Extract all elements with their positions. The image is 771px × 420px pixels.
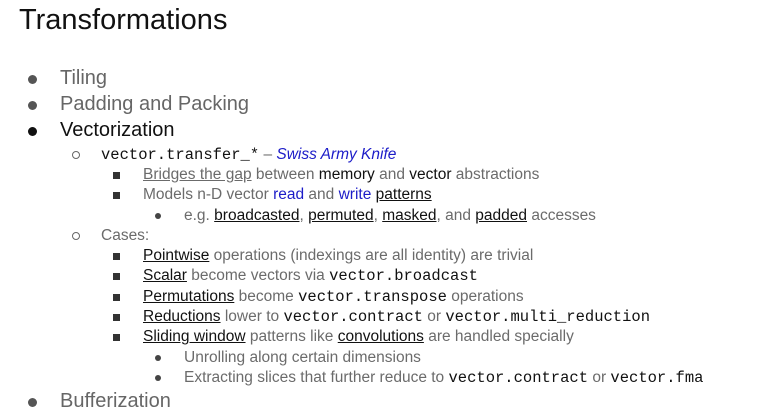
masked-link[interactable]: masked [382,207,436,224]
convolutions-link[interactable]: convolutions [338,328,424,345]
item-vectorization: Vectorization [60,119,175,141]
bullet-icon [28,75,37,84]
pointwise-line: Pointwise operations (indexings are all … [143,247,533,265]
page-title: Transformations [19,4,228,36]
transpose-code: vector.transpose [298,288,447,306]
text: patterns like [245,328,338,345]
broadcast-code: vector.broadcast [329,267,478,285]
bullet-square-icon [113,334,120,341]
transfer-dash: – [259,146,277,163]
text: and [374,166,410,183]
bullet-square-icon [113,253,120,260]
item-tiling: Tiling [60,67,108,89]
transfer-line: vector.transfer_* – Swiss Army Knife [101,146,396,164]
text: are handled specially [423,328,574,345]
write-term: write [338,186,372,203]
bullet-square-icon [113,172,120,179]
read-term: read [273,186,305,203]
cases-label: Cases: [101,227,150,244]
text: Models n-D vector [143,186,274,203]
bullet-square-icon [113,273,120,280]
text: or [588,369,611,386]
fma-code: vector.fma [610,369,704,387]
memory-term: memory [318,166,375,183]
text: operations (indexings are all identity) … [209,247,534,264]
contract-code: vector.contract [448,369,589,387]
sliding-window-line: Sliding window patterns like convolution… [143,328,574,346]
bullet-icon [28,101,37,110]
bullet-icon [28,127,37,136]
bullet-small-icon [155,375,161,381]
patterns-link[interactable]: patterns [376,186,432,203]
bullet-ring-icon [72,232,80,240]
transfer-code: vector.transfer_* [101,146,260,164]
text: e.g. [184,207,215,224]
eg-line: e.g. broadcasted, permuted, masked, and … [184,207,596,225]
bullet-square-icon [113,294,120,301]
item-bufferization: Bufferization [60,390,171,412]
text: lower to [220,308,284,325]
vector-term: vector [409,166,452,183]
permutations-line: Permutations become vector.transpose ope… [143,288,524,306]
text: , [299,207,309,224]
reductions-line: Reductions lower to vector.contract or v… [143,308,650,326]
multi-reduction-code: vector.multi_reduction [445,308,651,326]
transfer-desc: Swiss Army Knife [276,146,397,163]
bullet-square-icon [113,192,120,199]
unrolling-line: Unrolling along certain dimensions [184,349,421,366]
broadcasted-link[interactable]: broadcasted [214,207,299,224]
pointwise-link[interactable]: Pointwise [143,247,209,264]
sliding-window-link[interactable]: Sliding window [143,328,246,345]
models-line: Models n-D vector read and write pattern… [143,186,432,204]
extracting-line: Extracting slices that further reduce to… [184,369,703,387]
text: become [234,288,299,305]
text: or [422,308,446,325]
contract-code: vector.contract [283,308,423,326]
text: operations [446,288,524,305]
bullet-icon [28,398,37,407]
text: , and [436,207,476,224]
bullet-ring-icon [72,151,80,159]
padded-link[interactable]: padded [475,207,527,224]
permuted-link[interactable]: permuted [308,207,373,224]
text: between [251,166,319,183]
bullet-square-icon [113,314,120,321]
text: , [373,207,383,224]
bridges-line: Bridges the gap between memory and vecto… [143,166,539,184]
text: abstractions [451,166,540,183]
bullet-small-icon [155,355,161,361]
text: accesses [527,207,596,224]
text: Extracting slices that further reduce to [184,369,449,386]
permutations-link[interactable]: Permutations [143,288,234,305]
scalar-line: Scalar become vectors via vector.broadca… [143,267,478,285]
text: become vectors via [186,267,330,284]
bridges-the-gap-link[interactable]: Bridges the gap [143,166,252,183]
item-padding-and-packing: Padding and Packing [60,93,250,115]
scalar-link[interactable]: Scalar [143,267,187,284]
bullet-small-icon [155,213,161,219]
text: and [304,186,339,203]
reductions-link[interactable]: Reductions [143,308,221,325]
